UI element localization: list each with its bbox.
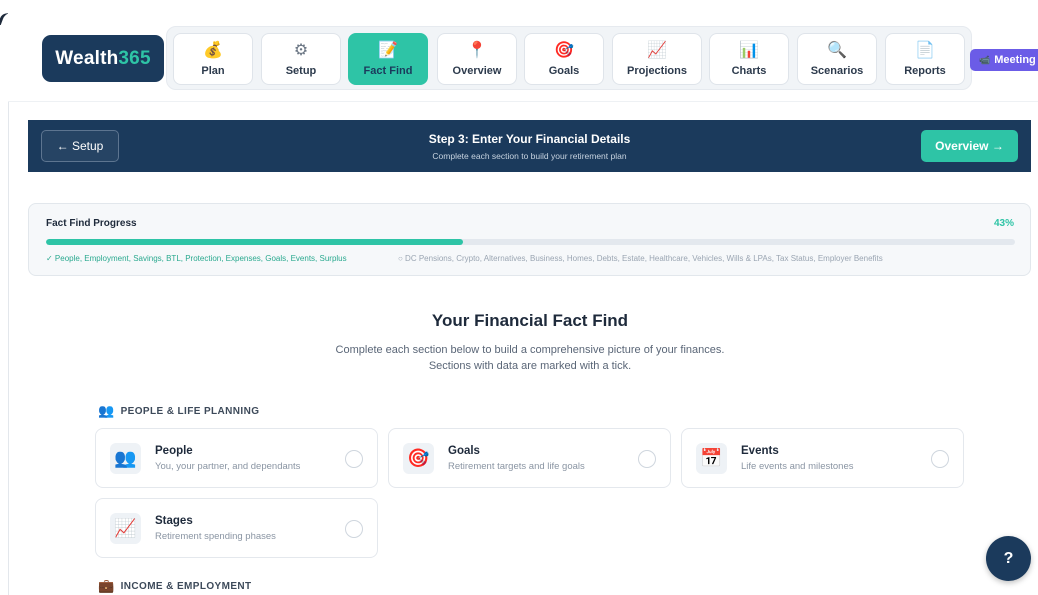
completion-circle-icon (638, 450, 656, 468)
gear-icon: ⚙ (293, 41, 309, 59)
tab-label: Plan (201, 64, 225, 77)
trend-chart-icon: 📈 (110, 513, 141, 544)
money-bag-icon: 💰 (203, 41, 223, 59)
progress-bar-fill (46, 239, 463, 245)
trend-chart-icon: 📈 (647, 41, 667, 59)
section-heading-income: 💼 INCOME & EMPLOYMENT (98, 578, 252, 594)
tab-overview[interactable]: 📍 Overview (437, 33, 517, 85)
tab-label: Goals (548, 64, 580, 77)
magnifier-icon: 🔍 (827, 41, 847, 59)
section-heading-label: PEOPLE & LIFE PLANNING (120, 405, 260, 417)
memo-icon: 📝 (378, 41, 398, 59)
document-icon: 📄 (915, 41, 935, 59)
pin-icon: 📍 (467, 41, 487, 59)
calendar-icon: 📅 (696, 443, 727, 474)
tab-projections[interactable]: 📈 Projections (612, 33, 702, 85)
tab-label: Charts (731, 64, 767, 77)
tab-label: Reports (904, 64, 946, 77)
progress-card: Fact Find Progress 43% ✓ People, Employm… (28, 203, 1031, 276)
card-title: Stages (155, 515, 193, 527)
step-subtitle: Complete each section to build your reti… (432, 151, 627, 161)
card-title: Goals (448, 445, 480, 457)
bar-chart-icon: 📊 (739, 41, 759, 59)
tab-plan[interactable]: 💰 Plan (173, 33, 253, 85)
video-camera-icon: 📹 (979, 54, 991, 65)
step-banner: ← Setup Step 3: Enter Your Financial Det… (28, 120, 1031, 172)
tab-charts[interactable]: 📊 Charts (709, 33, 789, 85)
completion-circle-icon (345, 450, 363, 468)
tab-label: Scenarios (810, 64, 864, 77)
help-button[interactable]: ? (986, 536, 1031, 581)
intro-text-secondary: Sections with data are marked with a tic… (428, 360, 632, 372)
card-people[interactable]: 👥 People You, your partner, and dependan… (95, 428, 378, 488)
section-heading-label: INCOME & EMPLOYMENT (120, 580, 252, 592)
progress-percent: 43% (993, 218, 1014, 229)
tab-fact-find[interactable]: 📝 Fact Find (348, 33, 428, 85)
app-logo[interactable]: Wealth 365 (42, 35, 164, 82)
tab-goals[interactable]: 🎯 Goals (524, 33, 604, 85)
meeting-label: Meeting (994, 54, 1036, 66)
card-description: Life events and milestones (741, 461, 854, 472)
remaining-sections: ○ DC Pensions, Crypto, Alternatives, Bus… (398, 254, 883, 263)
completion-circle-icon (931, 450, 949, 468)
tab-label: Fact Find (363, 64, 413, 77)
people-icon: 👥 (98, 403, 115, 418)
card-description: Retirement targets and life goals (448, 461, 585, 472)
tab-scenarios[interactable]: 🔍 Scenarios (797, 33, 877, 85)
intro-text: Complete each section below to build a c… (335, 344, 725, 356)
page-title: Your Financial Fact Find (431, 311, 629, 330)
progress-label: Fact Find Progress (46, 218, 137, 229)
section-heading-people: 👥 PEOPLE & LIFE PLANNING (98, 403, 259, 419)
completed-sections: ✓ People, Employment, Savings, BTL, Prot… (46, 254, 347, 263)
people-icon: 👥 (110, 443, 141, 474)
logo-brand: Wealth (55, 47, 119, 69)
progress-bar (46, 239, 1015, 245)
top-nav: Wealth 365 💰 Plan ⚙ Setup 📝 Fact Find 📍 O… (8, 12, 1038, 102)
target-icon: 🎯 (554, 41, 574, 59)
briefcase-icon: 💼 (98, 578, 115, 593)
card-goals[interactable]: 🎯 Goals Retirement targets and life goal… (388, 428, 671, 488)
tab-setup[interactable]: ⚙ Setup (261, 33, 341, 85)
meeting-button[interactable]: 📹 Meeting (970, 49, 1038, 71)
tab-label: Setup (285, 64, 317, 77)
card-title: Events (741, 445, 779, 457)
tab-label: Projections (627, 64, 687, 77)
card-stages[interactable]: 📈 Stages Retirement spending phases (95, 498, 378, 558)
completion-circle-icon (345, 520, 363, 538)
step-tabs: 💰 Plan ⚙ Setup 📝 Fact Find 📍 Overview 🎯 … (166, 26, 972, 90)
card-description: You, your partner, and dependants (155, 461, 301, 472)
target-icon: 🎯 (403, 443, 434, 474)
tab-reports[interactable]: 📄 Reports (885, 33, 965, 85)
card-title: People (155, 445, 193, 457)
tab-label: Overview (452, 64, 502, 77)
step-title: Step 3: Enter Your Financial Details (428, 132, 631, 146)
card-events[interactable]: 📅 Events Life events and milestones (681, 428, 964, 488)
next-overview-button[interactable]: Overview → (921, 130, 1018, 162)
card-description: Retirement spending phases (155, 531, 276, 542)
logo-suffix: 365 (118, 47, 151, 69)
